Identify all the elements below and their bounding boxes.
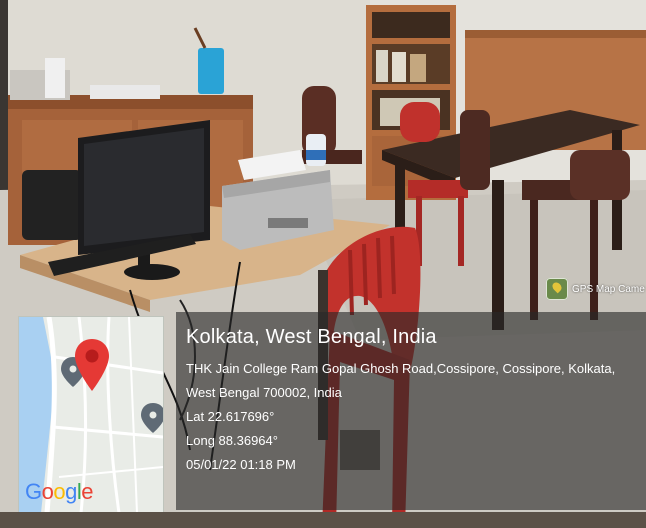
- address-line-2: West Bengal 700002, India: [186, 385, 342, 400]
- gps-map-camera-watermark: GPS Map Came: [546, 278, 645, 300]
- map-thumbnail: Google: [18, 316, 164, 514]
- gps-map-camera-logo-icon: [546, 278, 568, 300]
- timestamp: 05/01/22 01:18 PM: [186, 457, 296, 472]
- location-details: Kolkata, West Bengal, India THK Jain Col…: [186, 326, 641, 477]
- google-logo: Google: [25, 479, 94, 504]
- location-pin-icon: [75, 339, 109, 391]
- photo-bottom-edge: [0, 512, 646, 528]
- address-line-1: THK Jain College Ram Gopal Ghosh Road,Co…: [186, 361, 616, 376]
- watermark-label: GPS Map Came: [572, 283, 645, 295]
- latitude: Lat 22.617696°: [186, 409, 275, 424]
- location-overlay: Google Kolkata, West Bengal, India THK J…: [0, 312, 646, 514]
- longitude: Long 88.36964°: [186, 433, 278, 448]
- photo-frame: GPS Map Came Google Kolkata, West Bengal…: [0, 0, 646, 528]
- location-title: Kolkata, West Bengal, India: [186, 326, 437, 348]
